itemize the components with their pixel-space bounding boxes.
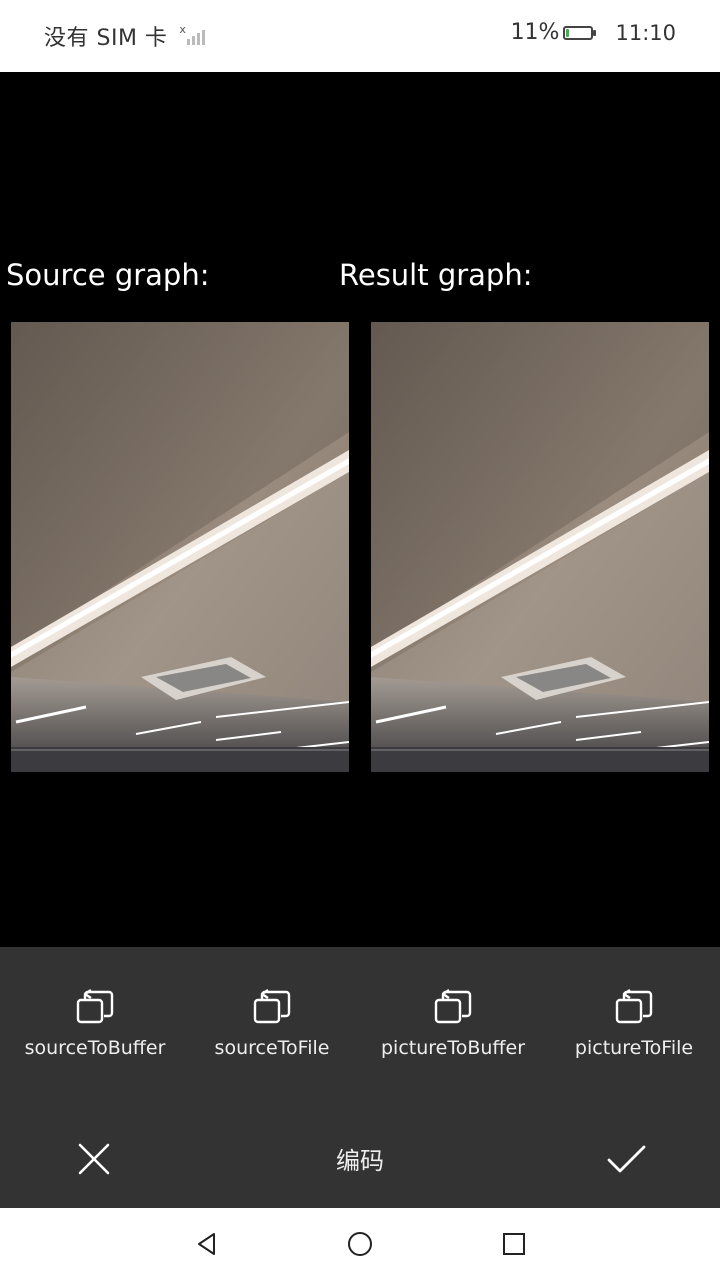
battery-percent: 11% [510,20,560,45]
bottom-toolbar: 编码 [0,1127,720,1187]
action-label: pictureToFile [574,1037,694,1059]
check-icon[interactable] [604,1139,648,1179]
action-label: sourceToBuffer [24,1037,166,1059]
system-nav-bar [0,1208,720,1280]
action-row: sourceToBuffer sourceToFile pictureToBuf… [0,987,720,1077]
circle-home-icon[interactable] [346,1230,374,1258]
square-recent-icon[interactable] [500,1230,528,1258]
source-graph-label: Source graph: [6,258,210,292]
copy-icon [615,989,653,1024]
copy-icon [76,989,114,1024]
battery-fill [566,28,570,37]
source-image [11,322,349,772]
bottom-panel: sourceToBuffer sourceToFile pictureToBuf… [0,947,720,1208]
copy-icon [434,989,472,1024]
status-bar: 没有 SIM 卡 x 11% 11:10 [0,0,720,72]
result-image [371,322,709,772]
carrier-text: 没有 SIM 卡 [44,26,168,51]
copy-icon [253,989,291,1024]
triangle-back-icon[interactable] [194,1230,222,1258]
clock: 11:10 [615,20,676,45]
picture-to-file-button[interactable]: pictureToFile [549,987,719,1059]
status-right: 11% 11:10 [511,20,676,45]
picture-to-buffer-button[interactable]: pictureToBuffer [368,987,538,1059]
signal-icon: x [179,23,207,47]
action-label: sourceToFile [214,1037,330,1059]
result-graph-label: Result graph: [339,258,533,292]
source-to-buffer-button[interactable]: sourceToBuffer [10,987,180,1059]
status-left: 没有 SIM 卡 x [44,20,207,52]
action-label: pictureToBuffer [380,1037,526,1059]
main-area: Source graph: Result graph: [0,72,720,947]
source-to-file-button[interactable]: sourceToFile [187,987,357,1059]
battery-icon [563,25,597,40]
